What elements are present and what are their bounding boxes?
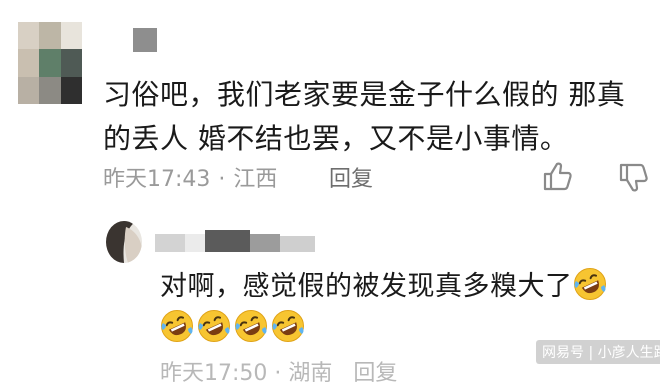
reply-time: 昨天17:50 — [160, 361, 268, 386]
reply-button[interactable]: 回复 — [329, 161, 373, 193]
rolling-laughing-emoji-icon — [234, 309, 268, 343]
reply-meta-partial: 昨天17:50 · 湖南 回复 — [160, 361, 398, 386]
watermark: 网易号 | 小彦人生路 — [536, 340, 660, 364]
name-mosaic — [155, 230, 315, 252]
reply-location: 湖南 — [288, 361, 333, 386]
commenter-name-redacted[interactable] — [133, 28, 157, 52]
thumbs-up-icon[interactable] — [542, 160, 574, 192]
reply-text: 对啊，感觉假的被发现真多糗大了 — [160, 271, 573, 302]
comment-text: 习俗吧，我们老家要是金子什么假的 那真的丢人 婚不结也罢，又不是小事情。 — [103, 78, 626, 155]
rolling-laughing-emoji-icon — [271, 309, 305, 343]
comment-meta: 昨天17:43 · 江西 — [103, 161, 277, 193]
comment-location: 江西 — [233, 167, 278, 192]
avatar-mosaic — [18, 22, 82, 104]
rolling-laughing-emoji-icon — [573, 267, 607, 301]
reply-reply-button[interactable]: 回复 — [353, 361, 397, 386]
avatar-image — [106, 221, 142, 263]
replier-avatar[interactable] — [106, 221, 142, 263]
comment-time: 昨天17:43 — [103, 167, 211, 192]
meta-separator: · — [218, 167, 226, 192]
replier-name-redacted[interactable] — [155, 230, 315, 254]
commenter-avatar[interactable] — [18, 22, 82, 104]
rolling-laughing-emoji-icon — [197, 309, 231, 343]
thumbs-down-icon[interactable] — [618, 162, 652, 194]
reply-text-block: 对啊，感觉假的被发现真多糗大了 — [160, 266, 650, 350]
rolling-laughing-emoji-icon — [160, 309, 194, 343]
